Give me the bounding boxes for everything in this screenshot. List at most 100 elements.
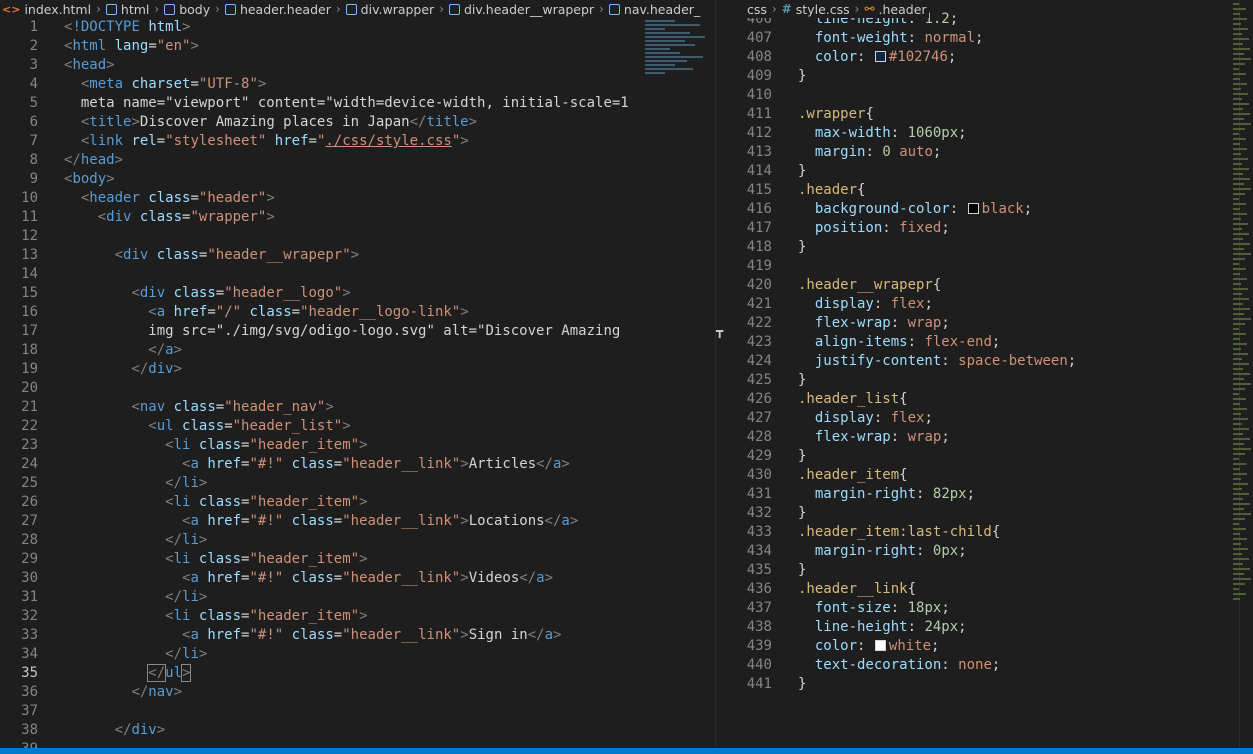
breadcrumb-item[interactable]: div.header__wrapepr bbox=[447, 2, 596, 17]
css-file-icon: # bbox=[781, 2, 792, 16]
code-text[interactable]: <a href="/" class="header__logo-link"> bbox=[64, 303, 468, 322]
minimap[interactable] bbox=[645, 18, 715, 108]
code-text[interactable]: .header{ bbox=[798, 181, 865, 200]
html-editor-pane[interactable]: <> index.html › html › body › header.hea… bbox=[0, 0, 715, 748]
code-text[interactable]: } bbox=[798, 371, 806, 390]
code-text[interactable]: </li> bbox=[64, 474, 207, 493]
code-text[interactable]: max-width: 1060px; bbox=[798, 124, 967, 143]
code-text[interactable]: line-height: 24px; bbox=[798, 618, 967, 637]
code-text[interactable]: </head> bbox=[64, 151, 123, 170]
code-text[interactable]: } bbox=[798, 238, 806, 257]
line-number: 441 bbox=[746, 676, 772, 692]
breadcrumb-item[interactable]: css bbox=[745, 2, 769, 17]
code-text[interactable]: margin: 0 auto; bbox=[798, 143, 941, 162]
code-text[interactable]: img src="./img/svg/odigo-logo.svg" alt="… bbox=[64, 322, 620, 341]
color-swatch bbox=[874, 640, 886, 651]
code-text[interactable]: <title>Discover Amazing places in Japan<… bbox=[64, 113, 477, 132]
line-number: 410 bbox=[746, 87, 772, 103]
code-text[interactable]: .header_item:last-child{ bbox=[798, 523, 1000, 542]
code-text[interactable]: </div> bbox=[64, 721, 166, 740]
code-text[interactable]: text-decoration: none; bbox=[798, 656, 1000, 675]
line-number: 9 bbox=[29, 171, 38, 187]
code-text[interactable]: </a> bbox=[64, 341, 182, 360]
code-text[interactable]: } bbox=[798, 162, 806, 181]
code-text[interactable]: } bbox=[798, 67, 806, 86]
code-text[interactable]: <div class="header__wrapepr"> bbox=[64, 246, 360, 265]
code-text[interactable]: position: fixed; bbox=[798, 219, 950, 238]
breadcrumb-item-file[interactable]: <> index.html bbox=[0, 2, 93, 17]
code-text[interactable]: </nav> bbox=[64, 683, 182, 702]
code-text[interactable]: } bbox=[798, 561, 806, 580]
breadcrumb: <> index.html › html › body › header.hea… bbox=[0, 0, 703, 18]
breadcrumb-item[interactable]: ⚯ .header bbox=[862, 2, 928, 17]
breadcrumb-item[interactable]: nav.header_ bbox=[607, 2, 702, 17]
code-text[interactable]: font-size: 18px; bbox=[798, 599, 950, 618]
code-text[interactable]: .header_item{ bbox=[798, 466, 908, 485]
code-text[interactable]: <head> bbox=[64, 56, 115, 75]
code-text[interactable]: background-color: black; bbox=[798, 200, 1032, 219]
code-text[interactable]: <a href="#!" class="header__link">Articl… bbox=[64, 455, 570, 474]
code-text[interactable]: color: white; bbox=[798, 637, 940, 656]
code-text[interactable]: <li class="header_item"> bbox=[64, 550, 367, 569]
code-text[interactable]: <!DOCTYPE html> bbox=[64, 18, 190, 37]
code-text[interactable]: <li class="header_item"> bbox=[64, 436, 367, 455]
code-text[interactable]: </li> bbox=[64, 588, 207, 607]
minimap[interactable] bbox=[1233, 0, 1253, 700]
code-text[interactable]: justify-content: space-between; bbox=[798, 352, 1076, 371]
code-text[interactable]: <a href="#!" class="header__link">Sign i… bbox=[64, 626, 561, 645]
breadcrumb-item[interactable]: header.header bbox=[223, 2, 333, 17]
code-text[interactable]: margin-right: 0px; bbox=[798, 542, 967, 561]
code-text[interactable]: <link rel="stylesheet" href="./css/style… bbox=[64, 132, 469, 151]
code-text[interactable]: meta name="viewport" content="width=devi… bbox=[64, 94, 629, 113]
code-text[interactable]: .header_list{ bbox=[798, 390, 908, 409]
code-text[interactable]: } bbox=[798, 675, 806, 694]
code-text[interactable]: flex-wrap: wrap; bbox=[798, 428, 950, 447]
code-text[interactable]: <header class="header"> bbox=[64, 189, 275, 208]
breadcrumb-item[interactable]: body bbox=[162, 2, 212, 17]
code-text[interactable]: } bbox=[798, 504, 806, 523]
code-text[interactable]: } bbox=[798, 447, 806, 466]
code-text[interactable]: flex-wrap: wrap; bbox=[798, 314, 950, 333]
code-text[interactable]: <ul class="header_list"> bbox=[64, 417, 350, 436]
code-text[interactable]: .header__wrapepr{ bbox=[798, 276, 941, 295]
code-text[interactable]: <div class="wrapper"> bbox=[64, 208, 275, 227]
code-text[interactable]: </li> bbox=[64, 645, 207, 664]
line-number: 412 bbox=[746, 125, 772, 141]
code-text[interactable]: <a href="#!" class="header__link">Locati… bbox=[64, 512, 578, 531]
code-text[interactable]: <meta charset="UTF-8"> bbox=[64, 75, 267, 94]
line-number: 2 bbox=[29, 38, 38, 54]
code-text[interactable]: <body> bbox=[64, 170, 115, 189]
line-number: 30 bbox=[21, 570, 38, 586]
line-number: 418 bbox=[746, 239, 772, 255]
code-text[interactable]: <nav class="header_nav"> bbox=[64, 398, 333, 417]
line-number: 36 bbox=[21, 684, 38, 700]
css-editor-pane[interactable]: css › # style.css › ⚯ .header 406 line-h… bbox=[729, 0, 1253, 748]
code-text[interactable]: align-items: flex-end; bbox=[798, 333, 1000, 352]
code-text[interactable]: </ul> bbox=[64, 664, 192, 683]
vertical-scrollbar[interactable] bbox=[1233, 0, 1253, 748]
line-number: 4 bbox=[29, 76, 38, 92]
code-text[interactable]: </div> bbox=[64, 360, 182, 379]
code-text[interactable]: <a href="#!" class="header__link">Videos… bbox=[64, 569, 553, 588]
code-text[interactable]: .header__link{ bbox=[798, 580, 916, 599]
code-text[interactable]: <li class="header_item"> bbox=[64, 607, 367, 626]
line-number: 411 bbox=[746, 106, 772, 122]
code-text[interactable]: color: #102746; bbox=[798, 48, 956, 67]
code-text[interactable]: <html lang="en"> bbox=[64, 37, 199, 56]
breadcrumb-item[interactable]: html bbox=[104, 2, 151, 17]
code-text[interactable]: <li class="header_item"> bbox=[64, 493, 367, 512]
breadcrumb-item-file[interactable]: # style.css bbox=[780, 2, 852, 17]
breadcrumb-item[interactable]: div.wrapper bbox=[344, 2, 437, 17]
line-number: 407 bbox=[746, 30, 772, 46]
code-text[interactable]: font-weight: normal; bbox=[798, 29, 984, 48]
line-number: 438 bbox=[746, 619, 772, 635]
code-text[interactable]: display: flex; bbox=[798, 295, 933, 314]
line-number: 10 bbox=[21, 190, 38, 206]
code-text[interactable]: <div class="header__logo"> bbox=[64, 284, 350, 303]
code-text[interactable]: .wrapper{ bbox=[798, 105, 874, 124]
code-text[interactable]: margin-right: 82px; bbox=[798, 485, 975, 504]
code-text[interactable]: </li> bbox=[64, 531, 207, 550]
line-number: 419 bbox=[746, 258, 772, 274]
editor-split-gap[interactable] bbox=[715, 0, 729, 748]
code-text[interactable]: display: flex; bbox=[798, 409, 933, 428]
